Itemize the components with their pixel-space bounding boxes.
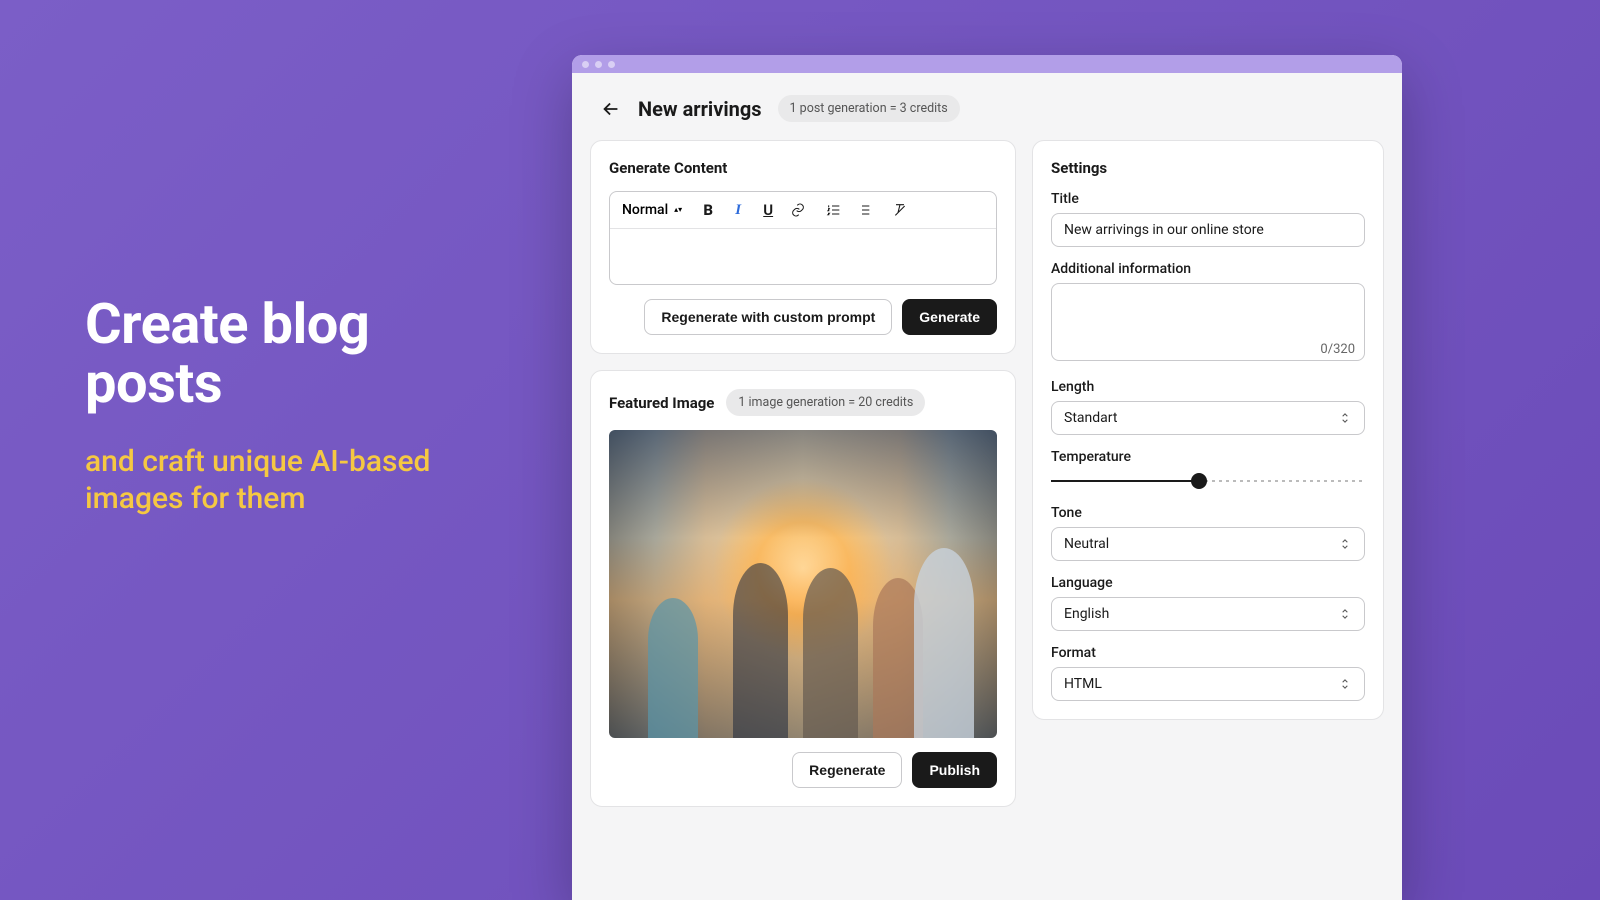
regenerate-custom-button[interactable]: Regenerate with custom prompt xyxy=(644,299,892,335)
clear-format-icon xyxy=(892,202,908,218)
bold-button[interactable]: B xyxy=(698,200,718,220)
featured-image-card: Featured Image 1 image generation = 20 c… xyxy=(590,370,1016,807)
chevron-updown-icon xyxy=(1338,677,1352,691)
window-titlebar xyxy=(572,55,1402,73)
titlebar-dot xyxy=(582,61,589,68)
tone-label: Tone xyxy=(1051,505,1365,521)
tone-select[interactable]: Neutral xyxy=(1051,527,1365,561)
editor-body[interactable] xyxy=(610,229,996,284)
regenerate-image-button[interactable]: Regenerate xyxy=(792,752,902,788)
language-value: English xyxy=(1064,606,1109,622)
language-label: Language xyxy=(1051,575,1365,591)
link-button[interactable] xyxy=(788,200,808,220)
titlebar-dot xyxy=(595,61,602,68)
list-bullet-icon xyxy=(856,202,872,218)
featured-image-preview xyxy=(609,430,997,738)
format-value: HTML xyxy=(1064,676,1102,692)
card-title: Featured Image xyxy=(609,394,714,412)
clear-format-button[interactable] xyxy=(890,200,910,220)
length-value: Standart xyxy=(1064,410,1117,426)
credits-badge: 1 image generation = 20 credits xyxy=(726,389,925,416)
arrow-left-icon xyxy=(600,98,622,120)
chevron-updown-icon xyxy=(1338,537,1352,551)
ordered-list-button[interactable] xyxy=(824,200,844,220)
generate-content-card: Generate Content Normal ▴▾ B I U xyxy=(590,140,1016,354)
tone-value: Neutral xyxy=(1064,536,1109,552)
underline-button[interactable]: U xyxy=(758,200,778,220)
app-window: New arrivings 1 post generation = 3 cred… xyxy=(572,55,1402,900)
temperature-label: Temperature xyxy=(1051,449,1365,465)
back-button[interactable] xyxy=(600,98,622,120)
card-title: Generate Content xyxy=(609,159,997,177)
format-dropdown[interactable]: Normal ▴▾ xyxy=(622,202,682,218)
hero-subtitle: and craft unique AI-based images for the… xyxy=(85,443,485,518)
settings-card: Settings Title Additional information 0/… xyxy=(1032,140,1384,720)
publish-button[interactable]: Publish xyxy=(912,752,997,788)
temperature-slider[interactable] xyxy=(1051,471,1365,491)
card-title: Settings xyxy=(1051,159,1365,177)
title-label: Title xyxy=(1051,191,1365,207)
editor-toolbar: Normal ▴▾ B I U xyxy=(610,192,996,229)
list-ordered-icon xyxy=(826,202,842,218)
format-dropdown-label: Normal xyxy=(622,202,668,218)
chevron-updown-icon xyxy=(1338,607,1352,621)
credits-badge: 1 post generation = 3 credits xyxy=(778,95,960,122)
topbar: New arrivings 1 post generation = 3 cred… xyxy=(572,73,1402,140)
italic-button[interactable]: I xyxy=(728,200,748,220)
language-select[interactable]: English xyxy=(1051,597,1365,631)
generate-button[interactable]: Generate xyxy=(902,299,997,335)
format-label: Format xyxy=(1051,645,1365,661)
additional-info-label: Additional information xyxy=(1051,261,1365,277)
additional-info-textarea[interactable] xyxy=(1051,283,1365,361)
chevron-updown-icon xyxy=(1338,411,1352,425)
length-label: Length xyxy=(1051,379,1365,395)
slider-thumb[interactable] xyxy=(1191,473,1207,489)
rich-text-editor: Normal ▴▾ B I U xyxy=(609,191,997,285)
format-select[interactable]: HTML xyxy=(1051,667,1365,701)
hero-title: Create blog posts xyxy=(85,295,485,413)
page-title: New arrivings xyxy=(638,97,762,121)
length-select[interactable]: Standart xyxy=(1051,401,1365,435)
link-icon xyxy=(790,202,806,218)
unordered-list-button[interactable] xyxy=(854,200,874,220)
char-count: 0/320 xyxy=(1320,342,1355,357)
titlebar-dot xyxy=(608,61,615,68)
title-input[interactable] xyxy=(1051,213,1365,247)
hero-text: Create blog posts and craft unique AI-ba… xyxy=(85,295,485,518)
